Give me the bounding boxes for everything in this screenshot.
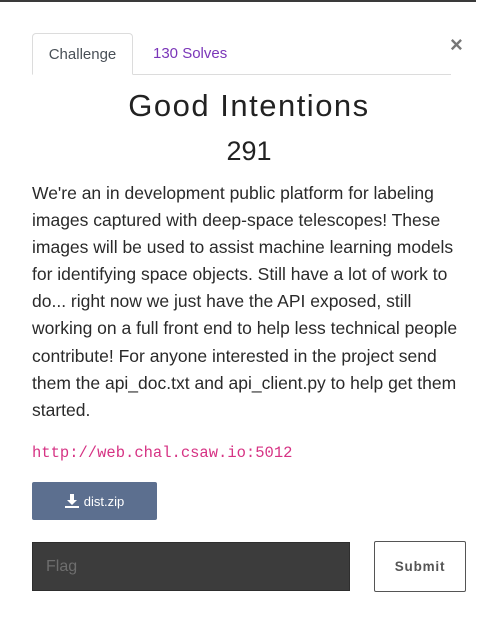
top-divider <box>0 0 476 2</box>
tab-challenge[interactable]: Challenge <box>32 33 133 75</box>
challenge-description: We're an in development public platform … <box>32 183 458 420</box>
submit-button[interactable]: Submit <box>374 541 466 592</box>
challenge-points: 291 <box>226 136 272 166</box>
close-icon[interactable]: × <box>450 33 463 57</box>
download-file-button[interactable]: dist.zip <box>32 482 157 520</box>
flag-input[interactable] <box>32 542 350 591</box>
download-file-label: dist.zip <box>83 493 125 509</box>
challenge-tabs: Challenge 130 Solves <box>32 33 451 75</box>
tab-solves[interactable]: 130 Solves <box>153 33 227 74</box>
challenge-link[interactable]: http://web.chal.csaw.io:5012 <box>32 444 292 462</box>
download-icon <box>64 494 79 508</box>
challenge-title: Good Intentions <box>128 88 370 123</box>
